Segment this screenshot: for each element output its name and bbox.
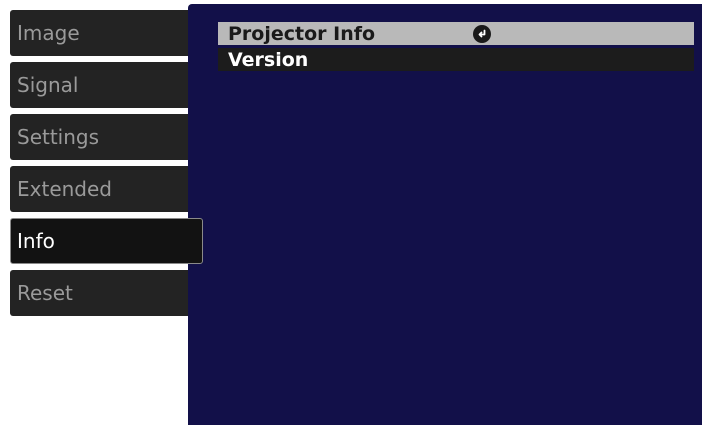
menu-item-label: Version	[228, 48, 309, 71]
tab-label: Signal	[17, 73, 79, 97]
menu-item-version[interactable]: Version	[218, 48, 694, 71]
tab-label: Info	[17, 229, 55, 253]
tab-label: Reset	[17, 281, 73, 305]
tab-label: Settings	[17, 125, 100, 149]
tab-label: Extended	[17, 177, 112, 201]
sidebar-menu: Image Signal Settings Extended Info Rese…	[0, 0, 210, 425]
tab-signal[interactable]: Signal	[10, 62, 190, 108]
tab-label: Image	[17, 21, 80, 45]
tab-info[interactable]: Info	[10, 218, 203, 264]
tab-settings[interactable]: Settings	[10, 114, 190, 160]
tab-extended[interactable]: Extended	[10, 166, 190, 212]
tab-image[interactable]: Image	[10, 10, 190, 56]
menu-item-projector-info[interactable]: Projector Info	[218, 22, 694, 45]
info-panel: Projector Info Version	[188, 4, 702, 425]
enter-icon	[473, 25, 491, 43]
tab-reset[interactable]: Reset	[10, 270, 190, 316]
menu-item-label: Projector Info	[228, 22, 376, 45]
